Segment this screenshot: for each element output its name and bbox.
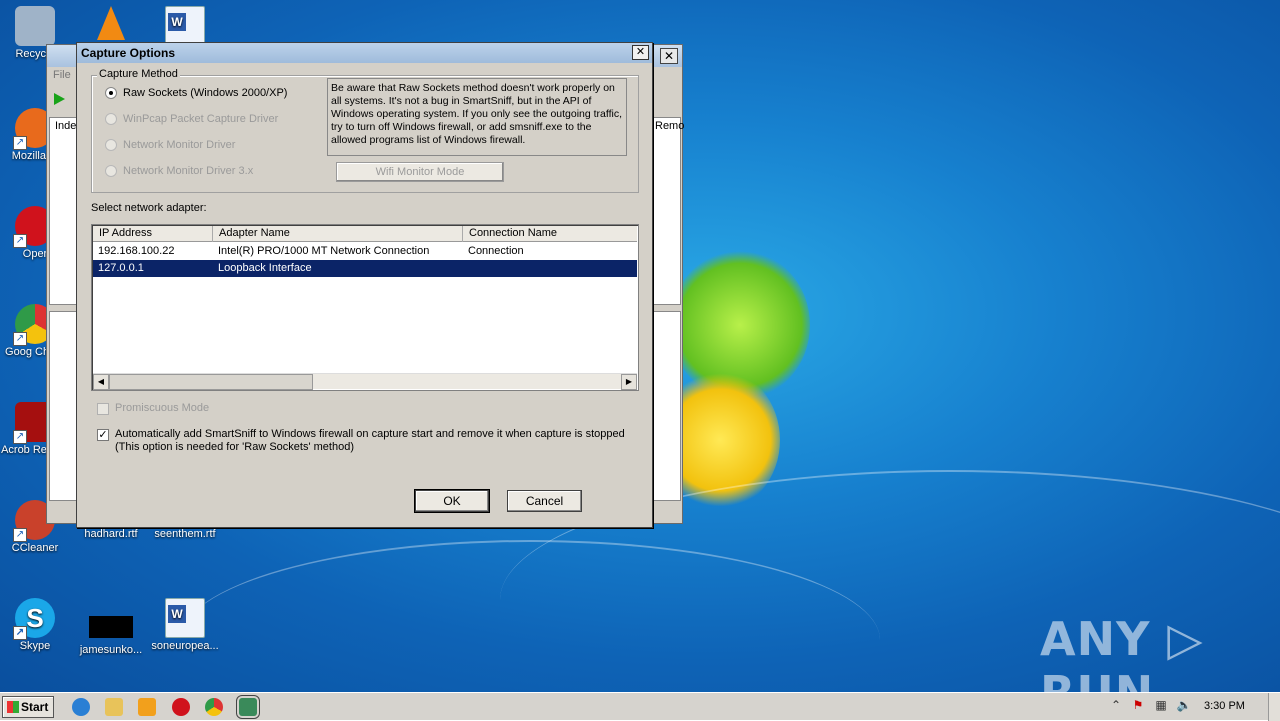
desktop-icon-vlc[interactable] — [76, 6, 146, 42]
scroll-left-icon[interactable]: ◀ — [93, 374, 109, 390]
radio-dot[interactable] — [105, 165, 117, 177]
shortcut-arrow-icon: ↗ — [13, 332, 27, 346]
capture-method-label: Capture Method — [97, 68, 180, 80]
cancel-button[interactable]: Cancel — [507, 490, 582, 512]
smartsniff-taskbar-icon[interactable] — [239, 698, 257, 716]
radio-network-monitor-3x[interactable]: Network Monitor Driver 3.x — [105, 163, 253, 179]
shortcut-arrow-icon: ↗ — [13, 234, 27, 248]
radio-dot[interactable] — [105, 139, 117, 151]
shortcut-arrow-icon: ↗ — [13, 528, 27, 542]
desktop-icon-label: seenthem.rtf — [154, 528, 216, 540]
shortcut-arrow-icon: ↗ — [13, 430, 27, 444]
start-button[interactable]: Start — [2, 696, 54, 718]
radio-network-monitor[interactable]: Network Monitor Driver — [105, 137, 235, 153]
black-file-icon — [89, 616, 133, 638]
capture-options-dialog[interactable]: Capture Options ✕ Capture Method Raw Soc… — [76, 42, 653, 528]
desktop-icon-skype[interactable]: S ↗ Skype — [0, 598, 70, 652]
vlc-icon — [97, 6, 125, 40]
firewall-checkbox[interactable]: ✓ Automatically add SmartSniff to Window… — [97, 428, 625, 454]
promiscuous-mode-checkbox[interactable]: Promiscuous Mode — [97, 402, 209, 415]
menu-file[interactable]: File — [53, 69, 71, 81]
chrome-taskbar-icon[interactable] — [205, 698, 223, 716]
clock[interactable]: 3:30 PM — [1204, 700, 1245, 712]
explorer-icon[interactable] — [105, 698, 123, 716]
checkbox-label: Automatically add SmartSniff to Windows … — [115, 428, 625, 440]
skype-icon: S ↗ — [13, 598, 55, 640]
raw-sockets-note: Be aware that Raw Sockets method doesn't… — [327, 78, 627, 156]
radio-dot[interactable] — [105, 113, 117, 125]
radio-label: WinPcap Packet Capture Driver — [123, 113, 279, 125]
word-file-icon: W — [165, 598, 205, 638]
checkbox-box[interactable] — [97, 403, 109, 415]
checkbox-sublabel: (This option is needed for 'Raw Sockets'… — [115, 441, 354, 453]
radio-label: Network Monitor Driver 3.x — [123, 165, 254, 177]
adapter-list-hscrollbar[interactable]: ◀ ▶ — [93, 373, 637, 390]
column-connection-name[interactable]: Connection Name — [463, 226, 638, 242]
dialog-close-button[interactable]: ✕ — [632, 45, 649, 60]
adapter-row-selected[interactable]: 127.0.0.1 Loopback Interface — [93, 260, 637, 277]
app-close-button[interactable]: ✕ — [660, 48, 678, 64]
adapter-ip: 127.0.0.1 — [98, 262, 144, 274]
adapter-connection: Connection — [468, 245, 524, 257]
desktop-icon-soneuropea[interactable]: W soneuropea... — [150, 598, 220, 652]
media-player-icon[interactable] — [138, 698, 156, 716]
checkbox-box[interactable]: ✓ — [97, 429, 109, 441]
wifi-monitor-mode-button[interactable]: Wifi Monitor Mode — [336, 162, 504, 182]
dialog-title[interactable]: Capture Options — [77, 43, 652, 63]
desktop: Recycle ↗ Mozilla Fi ↗ Oper ↗ Goog Chron… — [0, 0, 1280, 692]
desktop-icon-label: CCleaner — [11, 542, 59, 554]
checkbox-label-group: Automatically add SmartSniff to Windows … — [115, 428, 625, 454]
packets-list-pane[interactable]: Inde — [49, 117, 79, 305]
packet-details-pane-right[interactable] — [653, 311, 681, 501]
scroll-right-icon[interactable]: ▶ — [621, 374, 637, 390]
desktop-icon-label: Skype — [19, 640, 51, 652]
checkbox-label: Promiscuous Mode — [115, 402, 210, 414]
show-desktop-button[interactable] — [1268, 693, 1280, 721]
desktop-icon-label: jamesunko... — [79, 644, 143, 656]
packets-list-pane-right[interactable]: Remo — [653, 117, 684, 305]
windows-logo-icon — [7, 701, 19, 713]
radio-winpcap[interactable]: WinPcap Packet Capture Driver — [105, 111, 278, 127]
ok-button[interactable]: OK — [414, 489, 490, 513]
radio-label: Network Monitor Driver — [123, 139, 236, 151]
opera-taskbar-icon[interactable] — [172, 698, 190, 716]
adapter-ip: 192.168.100.22 — [98, 245, 175, 257]
ie-icon[interactable] — [72, 698, 90, 716]
desktop-icon-seenthem[interactable]: seenthem.rtf — [150, 528, 220, 540]
desktop-icon-label: soneuropea... — [151, 640, 219, 652]
adapter-name: Loopback Interface — [218, 262, 312, 274]
word-file-icon: W — [165, 6, 205, 46]
desktop-icon-label: hadhard.rtf — [84, 528, 138, 540]
desktop-icon-hadhard[interactable]: hadhard.rtf — [76, 528, 146, 540]
volume-icon[interactable]: 🔈 — [1176, 697, 1192, 713]
anyrun-watermark: ANY ▷ RUN — [1040, 612, 1204, 692]
packet-details-pane[interactable] — [49, 311, 79, 501]
action-center-icon[interactable]: ⚑ — [1130, 697, 1146, 713]
shortcut-arrow-icon: ↗ — [13, 626, 27, 640]
desktop-icon-jamesunko[interactable]: jamesunko... — [76, 616, 146, 656]
desktop-icon-label: Oper — [22, 248, 48, 260]
adapter-name: Intel(R) PRO/1000 MT Network Connection — [218, 245, 430, 257]
start-capture-icon[interactable] — [54, 93, 65, 105]
column-remote-header[interactable]: Remo — [655, 120, 684, 132]
adapter-list-header: IP Address Adapter Name Connection Name — [93, 226, 637, 242]
show-hidden-icons[interactable]: ⌃ — [1108, 697, 1124, 713]
adapter-list[interactable]: IP Address Adapter Name Connection Name … — [91, 224, 639, 391]
column-index-header[interactable]: Inde — [55, 120, 76, 132]
start-label: Start — [21, 700, 49, 714]
select-adapter-label: Select network adapter: — [91, 202, 207, 214]
scroll-thumb[interactable] — [109, 374, 313, 390]
recycle-bin-icon — [15, 6, 55, 46]
taskbar: Start ⌃ ⚑ ▦ 🔈 3:30 PM — [0, 692, 1280, 721]
word-badge-icon: W — [168, 13, 186, 31]
column-adapter-name[interactable]: Adapter Name — [213, 226, 463, 242]
word-badge-icon: W — [168, 605, 186, 623]
radio-raw-sockets[interactable]: Raw Sockets (Windows 2000/XP) — [105, 85, 287, 101]
radio-label: Raw Sockets (Windows 2000/XP) — [123, 87, 288, 99]
radio-dot[interactable] — [105, 87, 117, 99]
shortcut-arrow-icon: ↗ — [13, 136, 27, 150]
adapter-row[interactable]: 192.168.100.22 Intel(R) PRO/1000 MT Netw… — [93, 243, 637, 260]
network-icon[interactable]: ▦ — [1153, 697, 1169, 713]
column-ip-address[interactable]: IP Address — [93, 226, 213, 242]
